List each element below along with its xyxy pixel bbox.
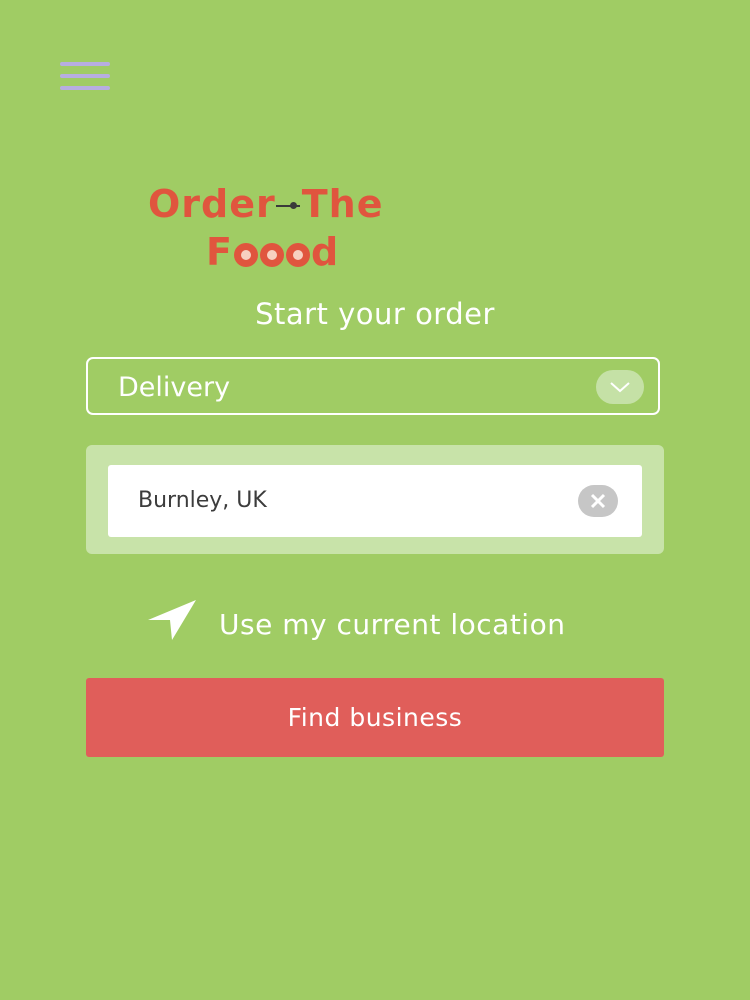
donut-icon — [259, 243, 284, 267]
logo-text-d: d — [310, 230, 340, 274]
location-search-panel — [86, 445, 664, 554]
find-business-button[interactable]: Find business — [86, 678, 664, 757]
location-search-input[interactable] — [138, 483, 558, 517]
chevron-down-icon[interactable] — [596, 370, 644, 404]
order-type-value: Delivery — [118, 372, 231, 403]
menu-icon-bar — [60, 74, 110, 78]
fork-icon — [275, 201, 300, 209]
menu-icon-bar — [60, 62, 110, 66]
logo-line-1: Order The — [148, 182, 384, 226]
donut-icon — [233, 243, 258, 267]
hamburger-menu-icon[interactable] — [60, 62, 110, 98]
logo-line-2: Fd — [206, 230, 339, 274]
use-current-location-link[interactable]: Use my current location — [146, 598, 626, 646]
logo: Order The Fd — [140, 178, 390, 278]
logo-text-order: Order — [148, 182, 276, 226]
page-subtitle: Start your order — [255, 297, 495, 331]
donut-icon — [285, 243, 310, 267]
location-search-field[interactable] — [108, 465, 642, 537]
menu-icon-bar — [60, 86, 110, 90]
use-current-location-label: Use my current location — [219, 608, 566, 641]
clear-icon[interactable] — [578, 485, 618, 517]
logo-text-the: The — [301, 182, 384, 226]
navigation-arrow-icon — [148, 600, 196, 640]
logo-text-f: F — [206, 230, 233, 274]
order-type-select[interactable]: Delivery — [86, 357, 660, 415]
